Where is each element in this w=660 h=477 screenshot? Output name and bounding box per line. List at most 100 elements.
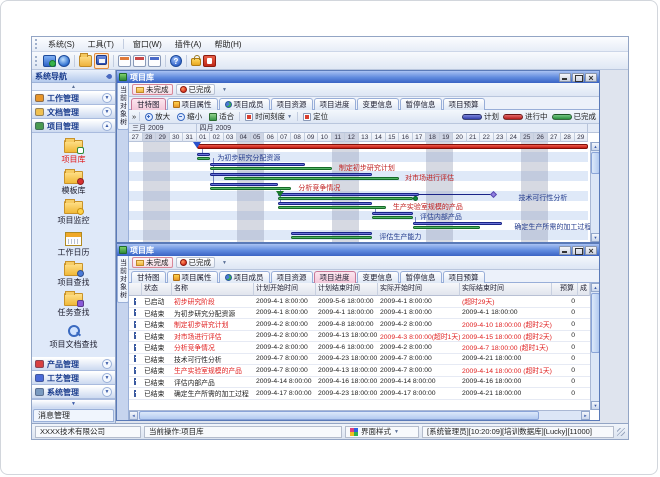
table-row[interactable]: 已结束生产实验室规模的产品2009-4-7 8:00:002009-4-13 1… — [129, 365, 590, 377]
pushpin-icon[interactable] — [106, 72, 113, 79]
tab-gantt[interactable]: 甘特图 — [131, 98, 166, 110]
tab-project-attributes[interactable]: 项目属性 — [167, 271, 218, 283]
chevron-down-icon[interactable]: ▼ — [102, 359, 112, 369]
scroll-thumb[interactable] — [591, 293, 599, 353]
gantt-bar-plan[interactable] — [372, 212, 413, 215]
menu-item-4[interactable]: 帮助(H) — [208, 38, 247, 51]
menu-item-0[interactable]: 系统(S) — [42, 38, 81, 51]
filter-more-button[interactable]: ▼ — [222, 260, 227, 266]
lock-icon[interactable] — [191, 58, 201, 66]
chevron-down-icon[interactable]: ▼ — [102, 373, 112, 383]
gantt-bar-done[interactable] — [278, 206, 386, 209]
sidebar-overflow-button[interactable]: ▼ — [32, 399, 115, 408]
sidebar-section-bottom-1[interactable]: 工艺管理▼ — [32, 371, 115, 385]
gantt-fit-button[interactable]: 适合 — [207, 111, 236, 122]
sidebar-item-4[interactable]: 项目查找 — [58, 263, 90, 288]
restore-button[interactable] — [572, 246, 584, 255]
chevron-up-icon[interactable]: ▲ — [102, 121, 112, 131]
gantt-bar-done[interactable] — [278, 197, 413, 200]
gantt-bar-done[interactable] — [224, 177, 400, 180]
table-row[interactable]: 已启动初步研究阶段2009-4-1 8:00:002009-5-6 18:00:… — [129, 296, 590, 308]
gantt-bar-done[interactable] — [413, 226, 481, 229]
gantt-vertical-scrollbar[interactable]: ▲ ▼ — [590, 142, 599, 242]
tab-project-members[interactable]: 项目成员 — [219, 98, 270, 110]
resize-grip[interactable] — [617, 428, 625, 436]
table-row[interactable]: 已结束对市场进行评估2009-4-2 8:00:002009-4-13 18:0… — [129, 331, 590, 343]
table-row[interactable]: 已结束技术可行性分析2009-4-7 8:00:002009-4-23 18:0… — [129, 354, 590, 366]
toolbar-grip[interactable] — [35, 56, 38, 66]
tab-project-progress[interactable]: 项目进度 — [314, 271, 356, 283]
gantt-bar-done[interactable] — [210, 167, 332, 170]
save-icon[interactable] — [94, 53, 109, 69]
tab-message-management[interactable]: 消息管理 — [33, 409, 114, 422]
table-row[interactable]: 已结束评估内部产品2009-4-14 8:00:002009-4-16 18:0… — [129, 377, 590, 389]
column-header-4[interactable]: 计划结束时间 — [316, 283, 378, 296]
table-row[interactable]: 已结束确定生产所需的加工过程2009-4-17 8:00:002009-4-23… — [129, 388, 590, 400]
scroll-down-arrow[interactable]: ▼ — [591, 401, 599, 410]
sidebar-section-bottom-0[interactable]: 产品管理▼ — [32, 357, 115, 371]
help-icon[interactable]: ? — [170, 55, 182, 67]
exit-icon[interactable] — [203, 55, 216, 67]
gantt-bar-plan[interactable] — [210, 163, 305, 166]
table-horizontal-scrollbar[interactable]: ◄ ► — [129, 410, 590, 420]
minimize-button[interactable] — [559, 73, 571, 82]
sidebar-item-6[interactable]: 项目文档查找 — [50, 324, 98, 350]
gantt-bar-plan[interactable] — [413, 222, 502, 225]
column-header-1[interactable]: 状态 — [142, 283, 172, 296]
tab-project-budget[interactable]: 项目预算 — [443, 98, 485, 110]
scroll-right-arrow[interactable]: ► — [581, 411, 590, 420]
scroll-up-arrow[interactable]: ▲ — [591, 283, 599, 292]
sidebar-item-1[interactable]: 模板库 — [62, 171, 86, 196]
sidebar-section-top-1[interactable]: 文档管理▼ — [32, 105, 115, 119]
filter-more-button[interactable]: ▼ — [222, 87, 227, 93]
tab-change-info[interactable]: 变更信息 — [357, 271, 399, 283]
side-tab-current-object-tree[interactable]: 当前对象树 — [117, 83, 129, 130]
minimize-button[interactable] — [559, 246, 571, 255]
tab-project-budget[interactable]: 项目预算 — [443, 271, 485, 283]
close-button[interactable] — [585, 246, 597, 255]
table-vertical-scrollbar[interactable]: ▲ ▼ — [590, 283, 599, 410]
gantt-bar-plan[interactable] — [210, 183, 278, 186]
globe-icon[interactable] — [58, 55, 70, 67]
gantt-zoom-out-button[interactable]: 缩小 — [175, 111, 204, 122]
table-row[interactable]: 已结束制定初步研究计划2009-4-2 8:00:002009-4-8 18:0… — [129, 319, 590, 331]
gantt-bar-done[interactable] — [197, 157, 211, 160]
chevron-down-icon[interactable]: ▼ — [102, 107, 112, 117]
table-row[interactable]: 已结束分析竞争情况2009-4-2 8:00:002009-4-6 18:00:… — [129, 342, 590, 354]
column-header-5[interactable]: 实际开始时间 — [378, 283, 460, 296]
filter-completed[interactable]: 已完成 — [176, 257, 216, 268]
gantt-zoom-in-button[interactable]: 放大 — [143, 111, 172, 122]
report-new-icon[interactable] — [133, 55, 146, 67]
menu-item-1[interactable]: 工具(T) — [82, 38, 120, 51]
tab-project-attributes[interactable]: 项目属性 — [167, 98, 218, 110]
scroll-down-arrow[interactable]: ▼ — [591, 233, 599, 242]
table-row[interactable]: 已结束为初步研究分配资源2009-4-1 8:00:002009-4-1 18:… — [129, 308, 590, 320]
filter-completed[interactable]: 已完成 — [176, 84, 216, 95]
column-header-8[interactable]: 成 — [578, 283, 590, 296]
filter-unfinished[interactable]: 未完成 — [132, 257, 173, 268]
filter-unfinished[interactable]: 未完成 — [132, 84, 173, 95]
report-edit-icon[interactable] — [148, 55, 161, 67]
menu-item-2[interactable]: 窗口(W) — [127, 38, 168, 51]
menu-item-3[interactable]: 插件(A) — [169, 38, 208, 51]
restore-button[interactable] — [572, 73, 584, 82]
tab-project-members[interactable]: 项目成员 — [219, 271, 270, 283]
column-header-6[interactable]: 实际结束时间 — [460, 283, 552, 296]
close-button[interactable] — [585, 73, 597, 82]
sidebar-item-2[interactable]: 项目监控 — [58, 201, 90, 226]
menu-grip[interactable] — [35, 39, 38, 49]
gantt-bar-plan[interactable] — [291, 232, 372, 235]
gantt-bar-plan[interactable] — [210, 173, 372, 176]
more-button[interactable]: » — [132, 112, 136, 121]
monitor-icon[interactable] — [43, 55, 56, 67]
gantt-timescale-button[interactable]: 时间刻度▼ — [243, 111, 294, 122]
gantt-locate-button[interactable]: 定位 — [301, 111, 330, 122]
sidebar-item-0[interactable]: 项目库 — [62, 140, 86, 165]
column-header-2[interactable]: 名称 — [172, 283, 254, 296]
open-folder-icon[interactable] — [79, 55, 92, 67]
scroll-up-arrow[interactable]: ▲ — [591, 142, 599, 151]
tab-gantt[interactable]: 甘特图 — [131, 271, 166, 283]
sidebar-section-top-0[interactable]: 工作管理▼ — [32, 91, 115, 105]
chevron-down-icon[interactable]: ▼ — [102, 387, 112, 397]
column-header-3[interactable]: 计划开始时间 — [254, 283, 316, 296]
